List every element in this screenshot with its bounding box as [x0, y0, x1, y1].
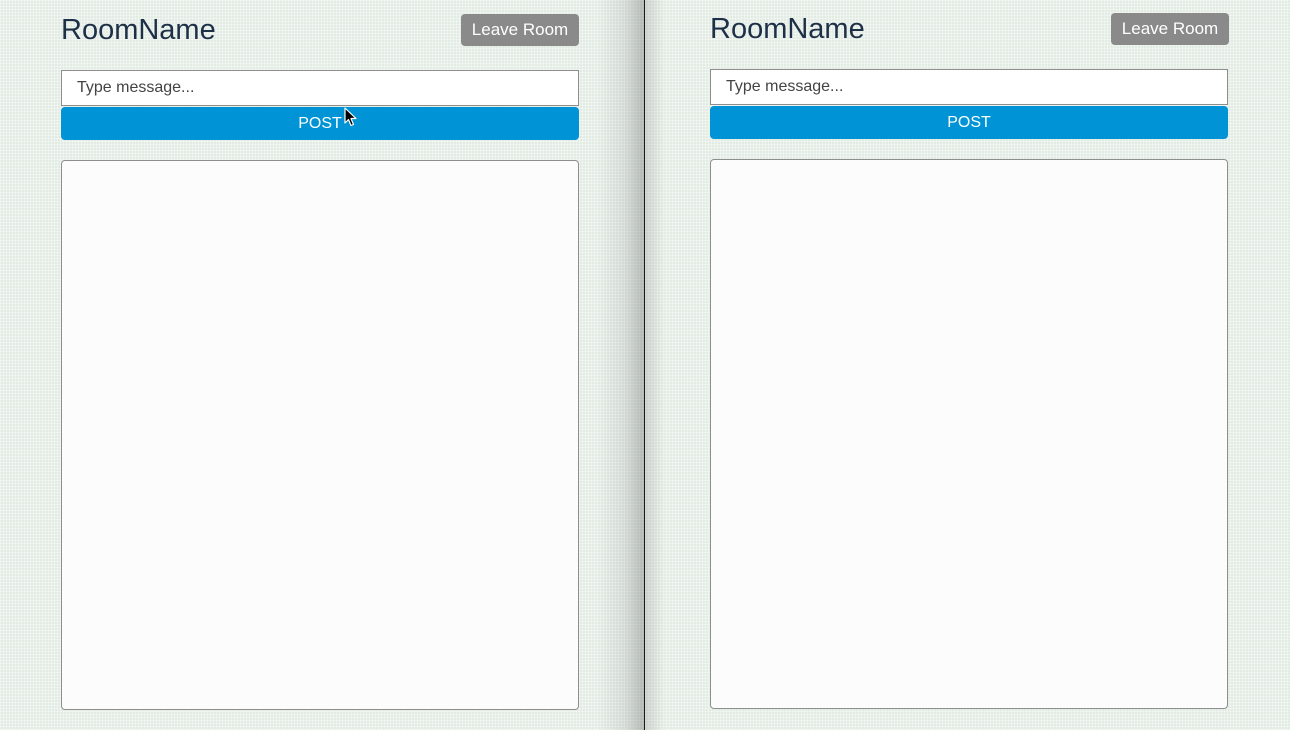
post-button[interactable]: POST [61, 107, 579, 140]
message-list[interactable] [710, 159, 1228, 709]
left-chat-window: RoomName Leave Room POST [0, 0, 644, 730]
right-chat-window: RoomName Leave Room POST [645, 0, 1290, 730]
message-list[interactable] [61, 160, 579, 710]
message-input[interactable] [710, 69, 1228, 105]
message-input[interactable] [61, 70, 579, 106]
post-button[interactable]: POST [710, 106, 1228, 139]
room-title: RoomName [61, 14, 216, 46]
room-title: RoomName [710, 13, 865, 45]
leave-room-button[interactable]: Leave Room [1111, 13, 1229, 45]
leave-room-button[interactable]: Leave Room [461, 14, 579, 46]
